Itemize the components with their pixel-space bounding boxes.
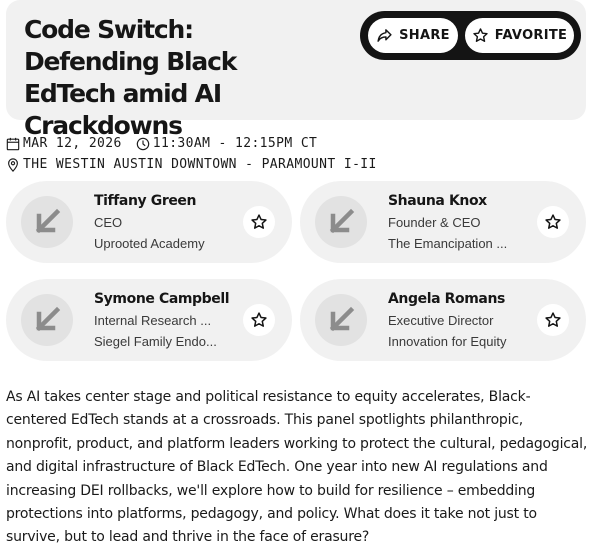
star-outline-icon <box>251 312 267 327</box>
speaker-organization: Siegel Family Endo... <box>94 334 217 349</box>
speaker-name: Angela Romans <box>388 291 505 307</box>
speaker-name: Shauna Knox <box>388 193 487 209</box>
avatar <box>315 294 367 346</box>
speaker-role: CEO <box>94 215 123 230</box>
clock-icon <box>136 137 153 151</box>
map-pin-icon <box>6 157 23 172</box>
session-location-row: THE WESTIN AUSTIN DOWNTOWN - PARAMOUNT I… <box>6 157 377 172</box>
arrow-down-left-icon <box>35 306 61 332</box>
speaker-card[interactable]: Symone Campbell Internal Research ... Si… <box>6 279 292 361</box>
speaker-role: Executive Director <box>388 313 494 328</box>
speaker-card[interactable]: Angela Romans Executive Director Innovat… <box>300 279 586 361</box>
speaker-organization: The Emancipation ... <box>388 236 508 251</box>
share-button[interactable]: SHARE <box>368 18 458 53</box>
speaker-organization: Uprooted Academy <box>94 236 205 251</box>
favorite-speaker-button[interactable] <box>243 304 275 336</box>
share-label: SHARE <box>399 28 450 43</box>
speaker-card[interactable]: Shauna Knox Founder & CEO The Emancipati… <box>300 181 586 263</box>
favorite-speaker-button[interactable] <box>537 304 569 336</box>
session-title: Code Switch: Defending Black EdTech amid… <box>24 15 237 140</box>
speaker-name: Symone Campbell <box>94 291 230 307</box>
avatar <box>315 196 367 248</box>
session-description: As AI takes center stage and political r… <box>6 389 588 546</box>
arrow-down-left-icon <box>329 306 355 332</box>
session-datetime: MAR 12, 2026 11:30AM - 12:15PM CT <box>6 136 317 151</box>
speaker-card[interactable]: Tiffany Green CEO Uprooted Academy <box>6 181 292 263</box>
session-time: 11:30AM - 12:15PM CT <box>152 136 318 151</box>
speaker-role: Founder & CEO <box>388 215 481 230</box>
calendar-icon <box>6 137 23 151</box>
speaker-organization: Innovation for Equity <box>388 334 507 349</box>
avatar <box>21 196 73 248</box>
favorite-speaker-button[interactable] <box>243 206 275 238</box>
arrow-down-left-icon <box>329 208 355 234</box>
session-location: THE WESTIN AUSTIN DOWNTOWN - PARAMOUNT I… <box>23 157 377 172</box>
star-outline-icon <box>251 214 267 229</box>
session-header-card: Code Switch: Defending Black EdTech amid… <box>6 0 586 140</box>
favorite-label: FAVORITE <box>494 28 568 43</box>
arrow-down-left-icon <box>35 208 61 234</box>
favorite-speaker-button[interactable] <box>537 206 569 238</box>
speaker-role: Internal Research ... <box>94 313 212 328</box>
star-outline-icon <box>472 27 489 44</box>
favorite-button[interactable]: FAVORITE <box>465 18 574 53</box>
session-actions: SHARE FAVORITE <box>360 11 581 60</box>
avatar <box>21 294 73 346</box>
star-outline-icon <box>545 312 561 327</box>
share-arrow-icon <box>376 27 393 44</box>
star-outline-icon <box>545 214 561 229</box>
speaker-name: Tiffany Green <box>94 193 197 209</box>
session-date: MAR 12, 2026 <box>23 136 122 151</box>
